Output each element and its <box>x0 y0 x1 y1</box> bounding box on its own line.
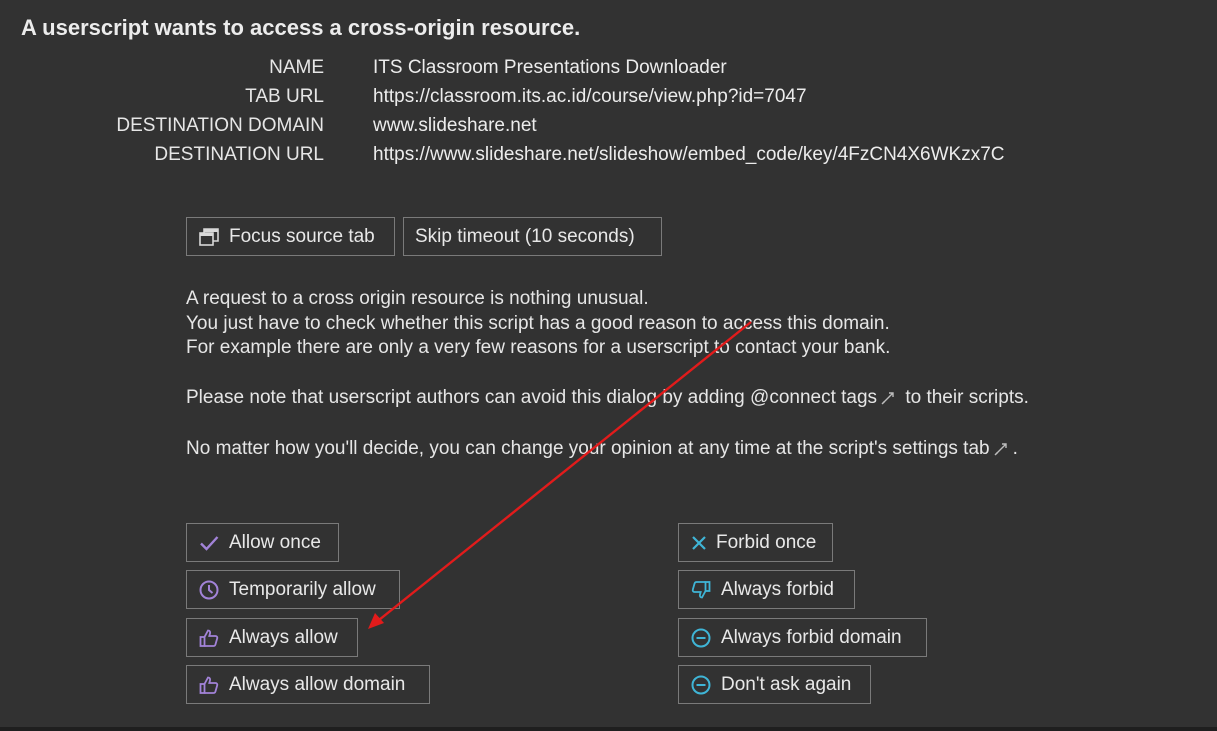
always-forbid-button[interactable]: Always forbid <box>678 570 855 609</box>
info-row-destination-domain: DESTINATION DOMAIN www.slideshare.net <box>0 115 1217 144</box>
skip-timeout-button[interactable]: Skip timeout (10 seconds) <box>403 217 662 256</box>
external-link-icon[interactable] <box>881 388 896 413</box>
focus-source-tab-label: Focus source tab <box>229 225 375 247</box>
explanation-line: For example there are only a very few re… <box>186 337 891 358</box>
permission-dialog: A userscript wants to access a cross-ori… <box>0 0 1217 731</box>
clock-icon <box>198 579 220 601</box>
always-forbid-domain-button[interactable]: Always forbid domain <box>678 618 927 657</box>
info-key: DESTINATION URL <box>154 144 324 165</box>
explanation-line: A request to a cross origin resource is … <box>186 288 649 309</box>
forbid-once-button[interactable]: Forbid once <box>678 523 833 562</box>
always-forbid-domain-label: Always forbid domain <box>721 626 902 648</box>
allow-once-label: Allow once <box>229 531 321 553</box>
check-icon <box>198 532 220 554</box>
window-restore-icon <box>198 226 220 248</box>
thumbs-down-icon <box>690 579 712 601</box>
x-icon <box>688 532 710 554</box>
info-value: https://www.slideshare.net/slideshow/emb… <box>373 144 1005 165</box>
allow-once-button[interactable]: Allow once <box>186 523 339 562</box>
info-value: ITS Classroom Presentations Downloader <box>373 57 727 78</box>
skip-timeout-label: Skip timeout (10 seconds) <box>415 225 635 247</box>
always-allow-button[interactable]: Always allow <box>186 618 358 657</box>
info-value: https://classroom.its.ac.id/course/view.… <box>373 86 807 107</box>
dont-ask-again-label: Don't ask again <box>721 673 852 695</box>
connect-tags-link[interactable]: @connect tags <box>750 387 877 408</box>
temporarily-allow-button[interactable]: Temporarily allow <box>186 570 400 609</box>
info-row-name: NAME ITS Classroom Presentations Downloa… <box>0 57 1217 86</box>
connect-note: Please note that userscript authors can … <box>186 386 1029 413</box>
always-allow-domain-label: Always allow domain <box>229 673 406 695</box>
settings-tab-link[interactable]: settings tab <box>892 438 989 459</box>
temporarily-allow-label: Temporarily allow <box>229 578 376 600</box>
info-key: DESTINATION DOMAIN <box>116 115 324 136</box>
minus-circle-icon <box>690 627 712 649</box>
forbid-once-label: Forbid once <box>716 531 817 553</box>
note-text: Please note that userscript authors can … <box>186 387 751 408</box>
thumbs-up-icon <box>198 627 220 649</box>
always-allow-domain-button[interactable]: Always allow domain <box>186 665 430 704</box>
thumbs-up-icon <box>198 674 220 696</box>
info-row-destination-url: DESTINATION URL https://www.slideshare.n… <box>0 144 1217 173</box>
decide-text: . <box>1012 438 1018 459</box>
external-link-icon[interactable] <box>994 439 1009 464</box>
info-key: TAB URL <box>245 86 324 107</box>
note-text: to their scripts. <box>900 387 1029 408</box>
dialog-title: A userscript wants to access a cross-ori… <box>21 15 581 40</box>
info-row-tab-url: TAB URL https://classroom.its.ac.id/cour… <box>0 86 1217 115</box>
minus-circle-icon <box>690 674 712 696</box>
dont-ask-again-button[interactable]: Don't ask again <box>678 665 871 704</box>
info-key: NAME <box>269 57 324 78</box>
always-forbid-label: Always forbid <box>721 578 834 600</box>
info-value: www.slideshare.net <box>373 115 537 136</box>
always-allow-label: Always allow <box>229 626 338 648</box>
decide-note: No matter how you'll decide, you can cha… <box>186 437 1018 464</box>
explanation-line: You just have to check whether this scri… <box>186 312 890 334</box>
focus-source-tab-button[interactable]: Focus source tab <box>186 217 395 256</box>
explanation-text: A request to a cross origin resource is … <box>186 287 890 361</box>
bottom-border <box>0 727 1217 731</box>
decide-text: No matter how you'll decide, you can cha… <box>186 438 893 459</box>
